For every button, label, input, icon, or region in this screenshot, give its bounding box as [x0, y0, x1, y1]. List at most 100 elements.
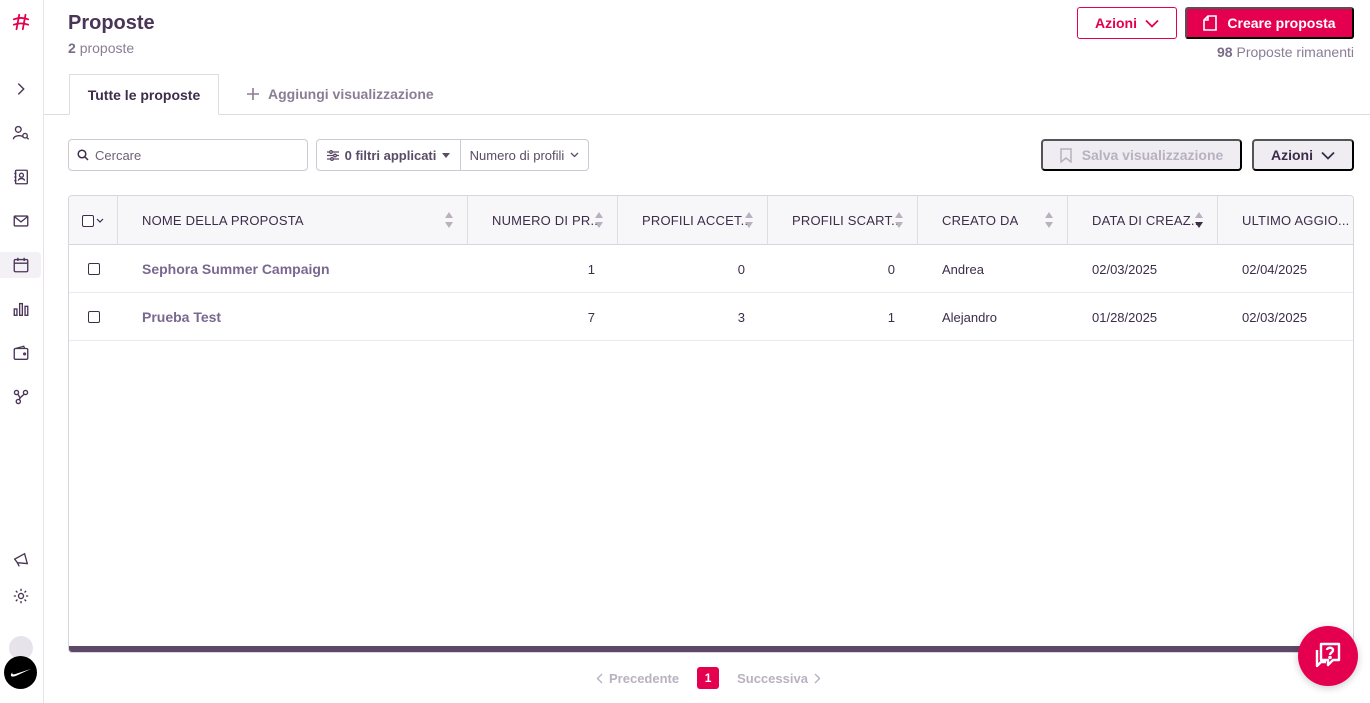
- cell-created-on: 01/28/2025: [1092, 309, 1158, 325]
- column-header-discarded[interactable]: PROFILI SCART...: [768, 196, 918, 245]
- row-checkbox-cell: [88, 293, 100, 341]
- chevron-down-icon: [570, 152, 579, 158]
- remaining-count: 98: [1217, 44, 1233, 60]
- column-header-label: CREATO DA: [942, 213, 1019, 228]
- search-input[interactable]: [95, 147, 295, 163]
- sort-icon[interactable]: [595, 211, 603, 229]
- logo-hash-icon[interactable]: [10, 11, 32, 33]
- tabbar-divider: [44, 114, 1370, 115]
- sort-icon[interactable]: [745, 211, 753, 229]
- swoosh-logo-icon: [10, 668, 31, 677]
- column-header-label: NOME DELLA PROPOSTA: [142, 213, 304, 228]
- column-header-accepted[interactable]: PROFILI ACCET...: [618, 196, 768, 245]
- chevron-right-icon: [814, 673, 821, 683]
- column-header-label: PROFILI ACCET...: [642, 213, 753, 228]
- cell-profiles: 1: [587, 261, 595, 277]
- profiles-count-dropdown[interactable]: Numero di profili: [461, 140, 588, 170]
- cell-created-on: 02/03/2025: [1092, 261, 1158, 277]
- current-page-button[interactable]: 1: [697, 667, 720, 689]
- caret-down-icon: [442, 152, 451, 158]
- cell-updated-on: 02/03/2025: [1242, 309, 1308, 325]
- table-actions-button[interactable]: Azioni: [1252, 139, 1354, 171]
- next-page-button[interactable]: Successiva: [737, 671, 821, 686]
- megaphone-icon[interactable]: [10, 549, 32, 571]
- chevron-left-icon: [596, 673, 603, 683]
- next-page-label: Successiva: [737, 670, 808, 686]
- network-icon[interactable]: [10, 386, 32, 408]
- proposal-count-number: 2: [68, 40, 76, 56]
- row-checkbox[interactable]: [88, 311, 100, 323]
- user-search-icon[interactable]: [10, 122, 32, 144]
- column-header-created-by[interactable]: CREATO DA: [918, 196, 1068, 245]
- sort-icon[interactable]: [445, 211, 453, 229]
- actions-dropdown-button[interactable]: Azioni: [1077, 7, 1177, 39]
- cell-created-by: Alejandro: [942, 309, 997, 325]
- sidebar: [0, 0, 44, 703]
- remaining-proposals: 98 Proposte rimanenti: [1217, 44, 1354, 60]
- sort-icon[interactable]: [1045, 211, 1053, 229]
- column-header-label: DATA DI CREAZ...: [1092, 213, 1203, 228]
- prev-page-label: Precedente: [609, 670, 680, 686]
- column-header-label: NUMERO DI PR...: [492, 213, 602, 228]
- table-row[interactable]: Sephora Summer Campaign 1 0 0 Andrea 02/…: [69, 245, 1353, 293]
- help-chat-button[interactable]: [1298, 626, 1358, 686]
- column-header-created-on[interactable]: DATA DI CREAZ...: [1068, 196, 1218, 245]
- create-proposal-label: Creare proposta: [1227, 15, 1336, 31]
- horizontal-scrollbar[interactable]: [69, 646, 1353, 652]
- plus-icon: [247, 88, 259, 100]
- prev-page-button[interactable]: Precedente: [596, 671, 679, 686]
- filters-applied-button[interactable]: 0 filtri applicati: [317, 140, 461, 170]
- sliders-icon: [326, 149, 339, 161]
- sort-desc-icon[interactable]: [1195, 211, 1203, 229]
- column-header-profiles[interactable]: NUMERO DI PR...: [468, 196, 618, 245]
- expand-chevron-icon[interactable]: [10, 78, 32, 100]
- bookmark-icon: [1059, 147, 1072, 163]
- select-all-box[interactable]: [82, 214, 94, 227]
- app-root: Proposte 2 proposte Azioni Creare propos…: [0, 0, 1370, 703]
- column-header-updated-on[interactable]: ULTIMO AGGIO...: [1218, 196, 1353, 245]
- pagination: Precedente 1 Successiva: [596, 666, 821, 690]
- cell-created-by: Andrea: [942, 261, 984, 277]
- table-row[interactable]: Prueba Test 7 3 1 Alejandro 01/28/2025 0…: [69, 293, 1353, 341]
- gear-icon[interactable]: [10, 585, 32, 607]
- cell-accepted: 3: [737, 309, 745, 325]
- mail-icon[interactable]: [10, 210, 32, 232]
- contacts-icon[interactable]: [10, 166, 32, 188]
- proposal-name-link[interactable]: Prueba Test: [142, 293, 462, 341]
- actions-button-label: Azioni: [1095, 15, 1137, 31]
- proposal-count-label: proposte: [79, 40, 135, 56]
- column-header-name[interactable]: NOME DELLA PROPOSTA: [118, 196, 468, 245]
- cell-profiles: 7: [587, 309, 595, 325]
- add-view-tab[interactable]: Aggiungi visualizzazione: [246, 84, 434, 104]
- filters-group: 0 filtri applicati Numero di profili: [316, 139, 589, 171]
- page-title: Proposte: [68, 12, 155, 34]
- cell-discarded: 1: [887, 309, 895, 325]
- select-all-checkbox[interactable]: [69, 196, 118, 245]
- table-actions-label: Azioni: [1271, 147, 1313, 163]
- sort-icon[interactable]: [895, 211, 903, 229]
- save-view-button[interactable]: Salva visualizzazione: [1041, 139, 1242, 171]
- chevron-down-icon: [1145, 19, 1159, 28]
- help-chat-icon: [1315, 642, 1341, 668]
- bar-chart-icon[interactable]: [10, 298, 32, 320]
- document-icon: [1203, 15, 1218, 31]
- remaining-label: Proposte rimanenti: [1236, 44, 1354, 60]
- profiles-count-label: Numero di profili: [469, 147, 565, 163]
- proposal-name-link[interactable]: Sephora Summer Campaign: [142, 245, 462, 293]
- save-view-label: Salva visualizzazione: [1081, 147, 1224, 163]
- chevron-down-icon: [1321, 151, 1335, 160]
- wallet-icon[interactable]: [10, 342, 32, 364]
- table-header: NOME DELLA PROPOSTA NUMERO DI PR... PROF…: [69, 196, 1353, 245]
- cell-discarded: 0: [887, 261, 895, 277]
- calendar-icon[interactable]: [10, 254, 32, 276]
- filters-applied-label: 0 filtri applicati: [344, 147, 437, 163]
- account-logo[interactable]: [4, 656, 37, 689]
- search-box: [68, 139, 308, 171]
- column-header-label: PROFILI SCART...: [792, 213, 903, 228]
- row-checkbox[interactable]: [88, 263, 100, 275]
- row-checkbox-cell: [88, 245, 100, 293]
- tab-all-proposals[interactable]: Tutte le proposte: [69, 74, 219, 115]
- create-proposal-button[interactable]: Creare proposta: [1185, 7, 1354, 39]
- chevron-down-icon: [96, 218, 104, 223]
- proposals-table: NOME DELLA PROPOSTA NUMERO DI PR... PROF…: [68, 195, 1354, 653]
